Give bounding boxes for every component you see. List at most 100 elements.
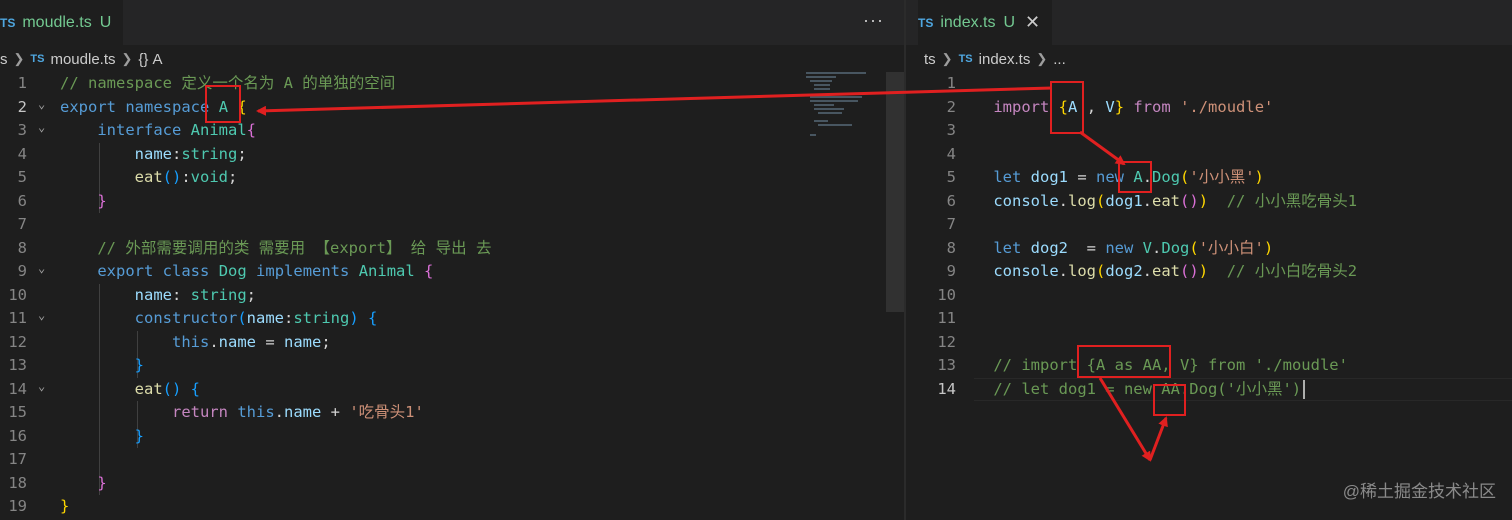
code-text: eat() {: [60, 378, 200, 402]
code-line[interactable]: 11: [906, 307, 1512, 331]
breadcrumb-file[interactable]: index.ts: [979, 51, 1031, 68]
breadcrumb-folder[interactable]: s: [0, 51, 8, 68]
code-line[interactable]: 18 }: [0, 472, 904, 496]
code-line[interactable]: 1: [906, 72, 1512, 96]
fold-chevron-icon[interactable]: ⌄: [38, 304, 45, 328]
code-token: }: [97, 473, 107, 492]
fold-chevron-icon[interactable]: ⌄: [38, 116, 45, 140]
code-line[interactable]: 3 ⌄ interface Animal{: [0, 119, 904, 143]
code-token: =: [1068, 238, 1106, 257]
code-line[interactable]: 8 // 外部需要调用的类 需要用 【export】 给 导出 去: [0, 237, 904, 261]
code-token: dog1: [1030, 168, 1068, 186]
code-line[interactable]: 2 import {A , V} from './moudle': [906, 96, 1512, 120]
minimap[interactable]: [806, 72, 884, 152]
code-line[interactable]: 4 name:string;: [0, 143, 904, 167]
code-line[interactable]: 11 ⌄ constructor(name:string) {: [0, 307, 904, 331]
line-number: 12: [937, 332, 956, 351]
code-text: // let dog1 = new AA.Dog('小小黑'): [956, 378, 1301, 402]
code-line[interactable]: 7: [0, 213, 904, 237]
code-editor[interactable]: 12 import {A , V} from './moudle' 3 4 5 let…: [906, 72, 1512, 520]
code-line[interactable]: 10 name: string;: [0, 284, 904, 308]
code-token: string: [181, 144, 238, 163]
code-token: ): [1263, 238, 1274, 257]
code-line[interactable]: 5 let dog1 = new A.Dog('小小黑'): [906, 166, 1512, 190]
code-line[interactable]: 2 ⌄ export namespace A {: [0, 96, 904, 120]
code-line[interactable]: 8 let dog2 = new V.Dog('小小白'): [906, 237, 1512, 261]
code-line[interactable]: 13 }: [0, 354, 904, 378]
code-line[interactable]: 1// namespace 定义一个名为 A 的单独的空间: [0, 72, 904, 96]
tab-filename: moudle.ts: [22, 13, 92, 31]
line-number: 13: [937, 356, 956, 374]
code-text: console.log(dog2.eat()) // 小小白吃骨头2: [956, 260, 1357, 284]
breadcrumb-symbol[interactable]: A: [152, 51, 162, 68]
code-line[interactable]: 9 ⌄ export class Dog implements Animal {: [0, 260, 904, 284]
code-editor[interactable]: 1// namespace 定义一个名为 A 的单独的空间 2 ⌄ export na…: [0, 72, 904, 520]
code-line[interactable]: 3: [906, 119, 1512, 143]
code-token: .: [1142, 262, 1153, 280]
close-tab-icon[interactable]: ✕: [1025, 12, 1040, 33]
code-token: return: [171, 403, 228, 421]
more-actions-icon[interactable]: ···: [863, 10, 884, 31]
code-token: }: [60, 497, 70, 515]
breadcrumb-folder[interactable]: ts: [924, 51, 936, 68]
code-token: namespace: [125, 97, 210, 116]
code-line[interactable]: 15 return this.name + '吃骨头1': [0, 401, 904, 425]
code-token: './moudle': [1180, 97, 1274, 116]
tab-moudle-ts[interactable]: TS moudle.ts U: [0, 0, 124, 45]
code-line[interactable]: 12: [906, 331, 1512, 355]
line-number: 10: [8, 285, 27, 304]
chevron-right-icon: ❯: [13, 51, 25, 66]
code-token: this: [171, 332, 210, 351]
code-token: =: [255, 332, 284, 351]
left-tab-bar: TS moudle.ts U ···: [0, 0, 904, 45]
code-line[interactable]: 14 ⌄ eat() {: [0, 378, 904, 402]
line-number: 19: [8, 497, 27, 515]
code-line[interactable]: 12 this.name = name;: [0, 331, 904, 355]
breadcrumb-file[interactable]: moudle.ts: [50, 51, 115, 68]
code-line[interactable]: 16 }: [0, 425, 904, 449]
code-line[interactable]: 9 console.log(dog2.eat()) // 小小白吃骨头2: [906, 260, 1512, 284]
chevron-right-icon: ❯: [941, 51, 953, 66]
chevron-right-icon: ❯: [121, 51, 133, 66]
code-token: '吃骨头1': [349, 403, 424, 421]
fold-chevron-icon[interactable]: ⌄: [38, 375, 45, 399]
line-number: 12: [8, 332, 27, 351]
tab-index-ts[interactable]: TS index.ts U ✕: [918, 0, 1053, 45]
code-token: (: [1189, 238, 1199, 257]
code-token: let: [993, 168, 1022, 186]
line-number: 3: [946, 121, 956, 139]
code-line[interactable]: 14 // let dog1 = new AA.Dog('小小黑'): [906, 378, 1512, 402]
code-line[interactable]: 13 // import {A as AA, V} from './moudle…: [906, 354, 1512, 378]
code-line[interactable]: 19}: [0, 495, 904, 519]
code-line[interactable]: 4: [906, 143, 1512, 167]
code-token: export: [60, 97, 116, 116]
code-line[interactable]: 10: [906, 284, 1512, 308]
code-token: :: [171, 285, 191, 304]
code-line[interactable]: 6 console.log(dog1.eat()) // 小小黑吃骨头1: [906, 190, 1512, 214]
vertical-scrollbar[interactable]: [886, 72, 904, 312]
code-line[interactable]: 6 }: [0, 190, 904, 214]
code-line[interactable]: 7: [906, 213, 1512, 237]
code-line[interactable]: 5 eat():void;: [0, 166, 904, 190]
breadcrumb-symbol[interactable]: ...: [1053, 51, 1066, 68]
line-number: 5: [946, 168, 956, 186]
fold-chevron-icon[interactable]: ⌄: [38, 257, 45, 281]
code-token: }: [134, 356, 144, 374]
line-number: 6: [946, 191, 956, 210]
code-token: (): [1180, 262, 1199, 280]
code-token: ;: [321, 332, 331, 351]
code-line[interactable]: 17: [0, 448, 904, 472]
fold-chevron-icon[interactable]: ⌄: [38, 93, 45, 117]
